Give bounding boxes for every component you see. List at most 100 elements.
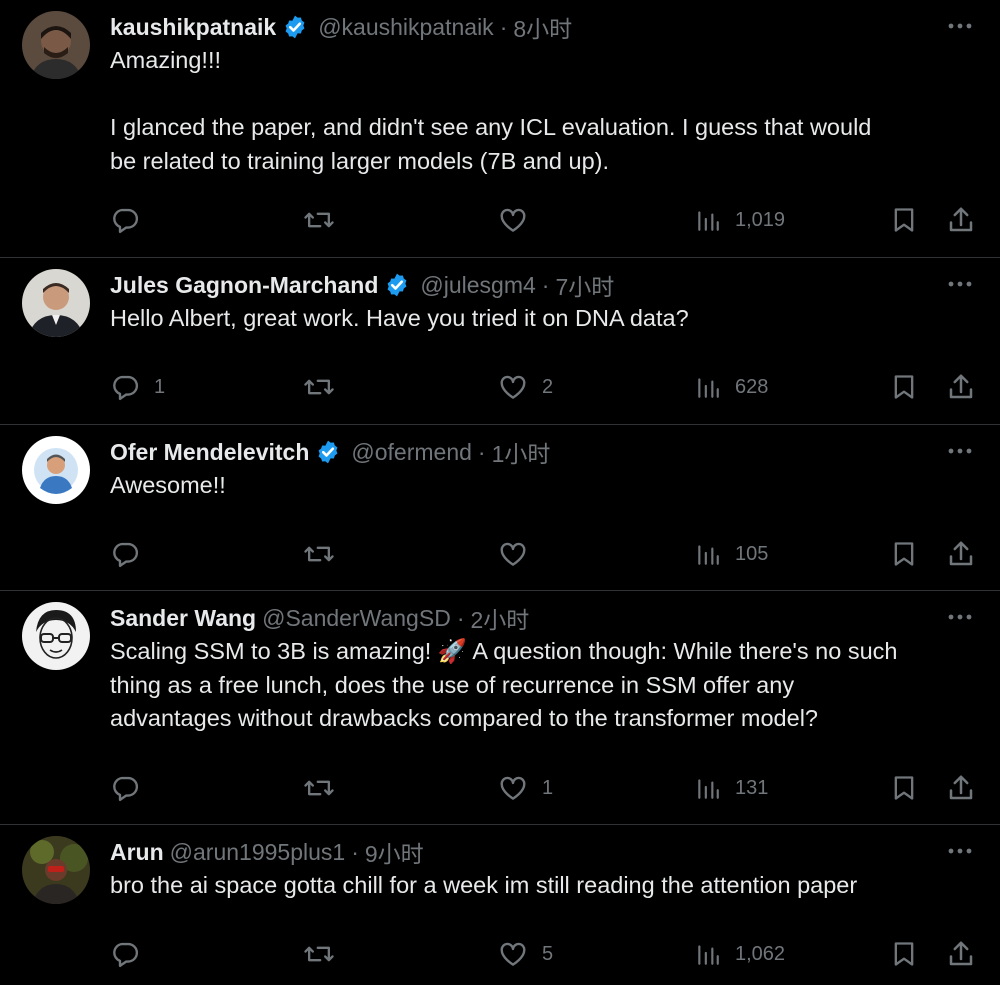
tweet-text-line: bro the ai space gotta chill for a week …: [110, 872, 858, 898]
avatar[interactable]: [22, 269, 90, 337]
tweet-header: Ofer Mendelevitch @ofermend · 1小时: [110, 435, 550, 469]
share-button[interactable]: [946, 537, 976, 571]
retweet-icon: [304, 780, 334, 796]
bookmark-button[interactable]: [890, 771, 918, 805]
handle[interactable]: @julesgm4: [420, 272, 535, 299]
share-button[interactable]: [946, 771, 976, 805]
view-count: 105: [735, 542, 769, 565]
handle[interactable]: @arun1995plus1: [170, 839, 346, 866]
reply-icon: [113, 942, 139, 968]
like-button[interactable]: 2: [498, 370, 553, 404]
more-icon[interactable]: [946, 837, 974, 865]
heart-icon: [500, 542, 526, 566]
more-icon[interactable]: [946, 270, 974, 298]
views-button[interactable]: 1,019: [695, 203, 785, 237]
retweet-button[interactable]: [303, 370, 349, 404]
verified-badge-icon[interactable]: [315, 439, 341, 465]
views-button[interactable]: 628: [695, 370, 768, 404]
avatar[interactable]: [22, 836, 90, 904]
bookmark-button[interactable]: [890, 537, 918, 571]
action-bar: 1,019: [110, 203, 980, 237]
tweet-header: kaushikpatnaik @kaushikpatnaik · 8小时: [110, 10, 572, 44]
display-name[interactable]: Sander Wang: [110, 605, 256, 632]
avatar[interactable]: [22, 436, 90, 504]
display-name[interactable]: kaushikpatnaik: [110, 14, 276, 41]
action-bar: 5 1,062: [110, 937, 980, 971]
views-button[interactable]: 105: [695, 537, 768, 571]
tweet-header: Sander Wang @SanderWangSD · 2小时: [110, 601, 529, 635]
verified-badge-icon[interactable]: [282, 14, 308, 40]
handle[interactable]: @SanderWangSD: [262, 605, 451, 632]
tweet-text: Amazing!!! I glanced the paper, and didn…: [110, 44, 980, 178]
retweet-button[interactable]: [303, 203, 349, 237]
tweet-julesgm4[interactable]: Jules Gagnon-Marchand @julesgm4 · 7小时 He…: [0, 258, 1000, 425]
timestamp[interactable]: 1小时: [492, 435, 551, 469]
views-icon: [698, 945, 719, 965]
reply-feed: kaushikpatnaik @kaushikpatnaik · 8小时 Ama…: [0, 0, 1000, 985]
timestamp[interactable]: 2小时: [470, 601, 529, 635]
tweet-arun1995plus1[interactable]: Arun @arun1995plus1 · 9小时 bro the ai spa…: [0, 825, 1000, 985]
like-button[interactable]: [498, 203, 542, 237]
view-count: 1,019: [735, 208, 786, 231]
views-button[interactable]: 1,062: [695, 937, 785, 971]
display-name[interactable]: Jules Gagnon-Marchand: [110, 272, 378, 299]
reply-button[interactable]: [110, 937, 154, 971]
tweet-sanderwangsd[interactable]: Sander Wang @SanderWangSD · 2小时 Scaling …: [0, 591, 1000, 825]
reply-button[interactable]: 1: [110, 370, 165, 404]
tweet-text: Awesome!!: [110, 469, 980, 503]
tweet-text-line: Scaling SSM to 3B is amazing! 🚀 A questi…: [110, 638, 898, 664]
avatar[interactable]: [22, 11, 90, 79]
views-button[interactable]: 131: [695, 771, 768, 805]
tweet-text: Scaling SSM to 3B is amazing! 🚀 A questi…: [110, 635, 980, 736]
bookmark-icon: [894, 208, 914, 232]
retweet-button[interactable]: [303, 937, 349, 971]
bookmark-button[interactable]: [890, 370, 918, 404]
view-count: 1,062: [735, 942, 786, 965]
verified-badge-icon[interactable]: [384, 272, 410, 298]
handle[interactable]: @kaushikpatnaik: [318, 14, 494, 41]
action-bar: 105: [110, 537, 980, 571]
share-button[interactable]: [946, 370, 976, 404]
handle[interactable]: @ofermend: [351, 439, 472, 466]
tweet-text-line: Amazing!!!: [110, 47, 222, 73]
like-button[interactable]: 5: [498, 937, 553, 971]
action-bar: 1 131: [110, 771, 980, 805]
share-button[interactable]: [946, 937, 976, 971]
bookmark-button[interactable]: [890, 937, 918, 971]
timestamp[interactable]: 8小时: [513, 10, 572, 44]
retweet-button[interactable]: [303, 771, 349, 805]
timestamp[interactable]: 7小时: [555, 268, 614, 302]
tweet-text-line: [110, 78, 980, 112]
more-icon[interactable]: [946, 437, 974, 465]
retweet-icon: [304, 546, 334, 562]
display-name[interactable]: Arun: [110, 839, 164, 866]
more-icon[interactable]: [946, 12, 974, 40]
reply-button[interactable]: [110, 203, 154, 237]
like-count: 5: [542, 942, 554, 965]
bookmark-icon: [894, 776, 914, 800]
tweet-kaushikpatnaik[interactable]: kaushikpatnaik @kaushikpatnaik · 8小时 Ama…: [0, 0, 1000, 258]
share-icon: [949, 374, 973, 399]
display-name[interactable]: Ofer Mendelevitch: [110, 439, 309, 466]
action-bar: 1 2 628: [110, 370, 980, 404]
bookmark-button[interactable]: [890, 203, 918, 237]
reply-button[interactable]: [110, 537, 154, 571]
tweet-text: bro the ai space gotta chill for a week …: [110, 869, 980, 903]
tweet-header: Arun @arun1995plus1 · 9小时: [110, 835, 424, 869]
retweet-button[interactable]: [303, 537, 349, 571]
timestamp[interactable]: 9小时: [365, 835, 424, 869]
bookmark-icon: [894, 942, 914, 966]
avatar[interactable]: [22, 602, 90, 670]
like-button[interactable]: [498, 537, 542, 571]
more-icon[interactable]: [946, 603, 974, 631]
like-button[interactable]: 1: [498, 771, 553, 805]
view-count: 628: [735, 375, 769, 398]
tweet-text-line: Hello Albert, great work. Have you tried…: [110, 305, 689, 331]
retweet-icon: [304, 379, 334, 395]
reply-button[interactable]: [110, 771, 154, 805]
share-icon: [949, 941, 973, 966]
separator: ·: [541, 271, 550, 298]
views-icon: [698, 378, 719, 398]
share-button[interactable]: [946, 203, 976, 237]
tweet-ofermend[interactable]: Ofer Mendelevitch @ofermend · 1小时 Awesom…: [0, 425, 1000, 591]
